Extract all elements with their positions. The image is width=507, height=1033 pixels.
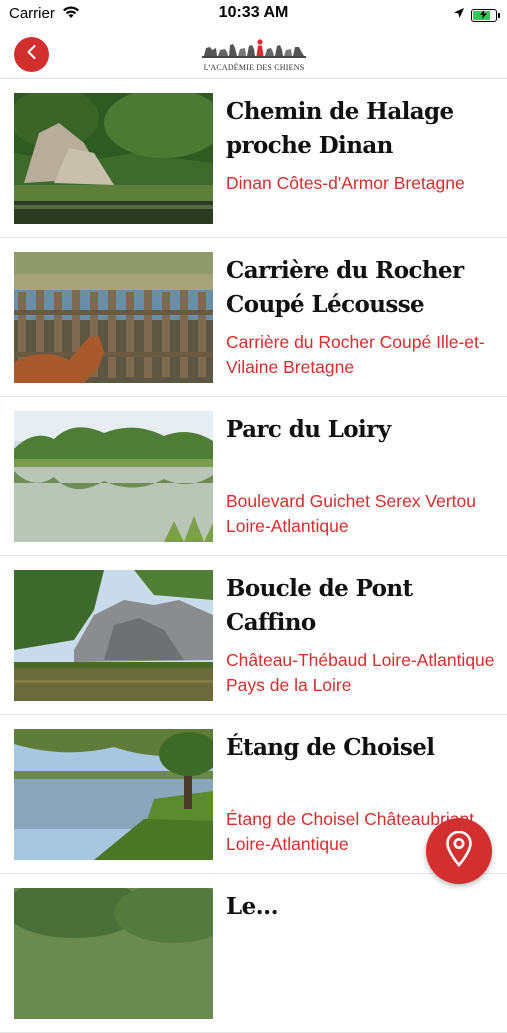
place-title: Parc du Loiry	[226, 416, 391, 443]
place-photo	[14, 729, 213, 860]
status-bar: Carrier 10:33 AM	[0, 0, 507, 28]
academie-logo: L'ACADÉMIE DES CHIENS	[198, 36, 310, 72]
place-title: Le…	[226, 893, 279, 920]
map-button[interactable]	[426, 818, 492, 884]
place-photo	[14, 252, 213, 383]
place-location: Boulevard Guichet Serex Vertou Loire-Atl…	[226, 491, 477, 536]
back-button[interactable]	[14, 37, 49, 72]
places-list: Chemin de Halage proche Dinan Dinan Côte…	[0, 79, 507, 1033]
place-photo	[14, 93, 213, 224]
place-title: Carrière du Rocher Coupé Lécousse	[226, 257, 464, 318]
place-location: Dinan Côtes-d'Armor Bretagne	[226, 173, 465, 193]
battery-icon	[471, 8, 500, 22]
place-title: Étang de Choisel	[226, 734, 435, 761]
place-location: Carrière du Rocher Coupé Ille-et-Vilaine…	[226, 332, 485, 377]
clock: 10:33 AM	[218, 4, 289, 21]
place-title: Boucle de Pont Caffino	[226, 575, 413, 636]
list-item[interactable]: Parc du Loiry Boulevard Guichet Serex Ve…	[0, 397, 507, 556]
list-item[interactable]: Boucle de Pont Caffino Château-Thébaud L…	[0, 556, 507, 715]
map-pin-icon	[446, 830, 472, 872]
list-item[interactable]: Le…	[0, 874, 507, 1033]
list-item[interactable]: Carrière du Rocher Coupé Lécousse Carriè…	[0, 238, 507, 397]
list-item[interactable]: Chemin de Halage proche Dinan Dinan Côte…	[0, 79, 507, 238]
place-location: Château-Thébaud Loire-Atlantique Pays de…	[226, 650, 495, 695]
place-photo	[14, 888, 213, 1019]
place-title: Chemin de Halage proche Dinan	[226, 98, 454, 159]
chevron-left-icon	[25, 44, 39, 65]
logo-text: L'ACADÉMIE DES CHIENS	[203, 63, 305, 72]
location-arrow-icon	[453, 6, 465, 24]
place-photo	[14, 411, 213, 542]
place-photo	[14, 570, 213, 701]
navigation-bar: L'ACADÉMIE DES CHIENS	[0, 28, 507, 79]
